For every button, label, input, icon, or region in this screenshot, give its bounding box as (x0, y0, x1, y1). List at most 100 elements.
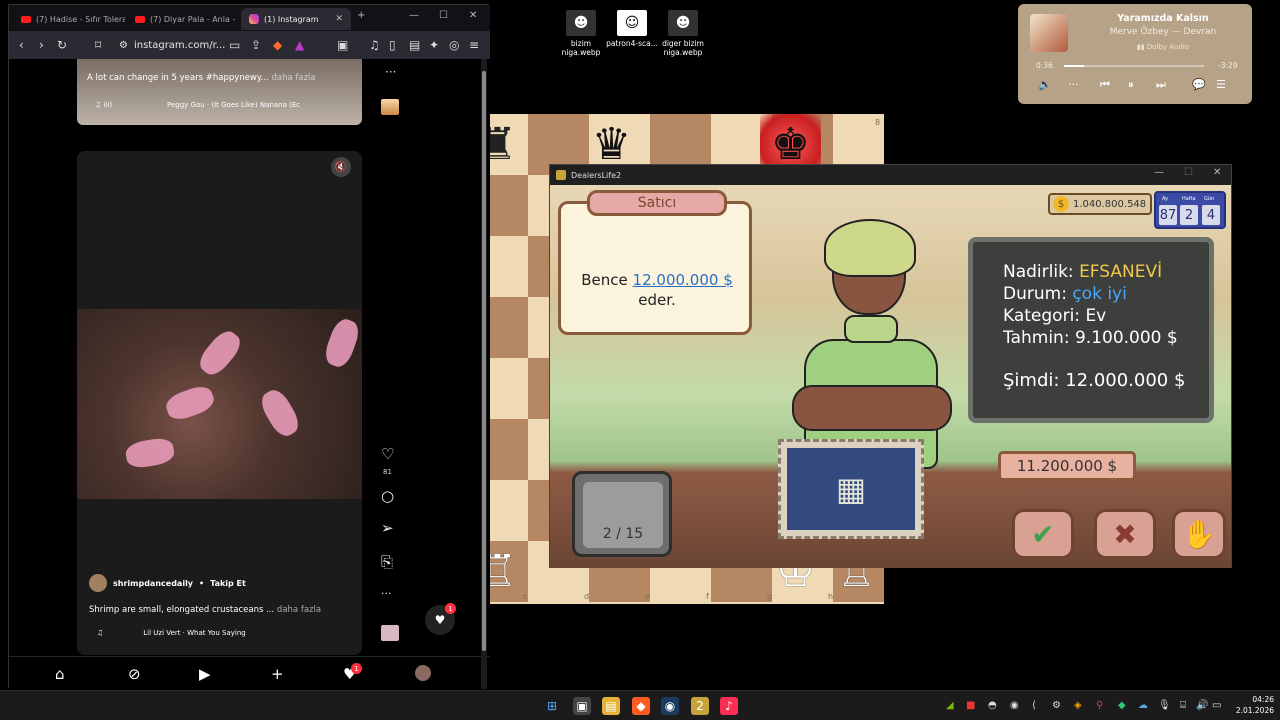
menu-icon[interactable]: ≡ (469, 38, 479, 52)
vpn-icon[interactable]: ◎ (449, 38, 459, 52)
leo-ai-icon[interactable]: ✦ (429, 38, 439, 52)
next-icon[interactable]: ⏭ (1156, 78, 1166, 92)
black-rook-icon[interactable]: ♜ (489, 114, 528, 175)
desktop-icon-patron4[interactable]: ☺ patron4-sca... (605, 10, 659, 48)
save-icon[interactable]: ⎘ (381, 553, 393, 571)
chess-square[interactable] (489, 236, 528, 297)
maximize-icon[interactable]: ☐ (439, 10, 448, 21)
chess-square[interactable] (489, 419, 528, 480)
reload-icon[interactable]: ↻ (57, 38, 67, 52)
close-window-icon[interactable]: ✕ (469, 10, 477, 21)
security-icon[interactable]: ⚲ (1096, 700, 1103, 711)
profile-avatar[interactable] (415, 665, 431, 681)
comment-icon[interactable]: ○ (381, 487, 394, 505)
more-link[interactable]: daha fazla (277, 605, 321, 615)
share-icon[interactable]: ➢ (381, 519, 394, 537)
mute-icon[interactable]: 🔇 (331, 157, 351, 177)
audio-thumbnail[interactable] (381, 625, 399, 641)
offer-display[interactable]: 11.200.000 $ (998, 451, 1136, 481)
chess-square[interactable] (489, 358, 528, 419)
close-tab-icon[interactable]: ✕ (335, 14, 343, 24)
volume-icon[interactable]: 🔈 (1038, 78, 1052, 91)
follow-button[interactable]: Takip Et (210, 579, 246, 588)
start-icon[interactable]: ⊞ (543, 697, 561, 715)
reels-icon[interactable]: ▶ (199, 665, 211, 683)
lyrics-icon[interactable]: 💬 (1192, 78, 1206, 91)
activity-button[interactable]: ♥ 1 (425, 603, 456, 635)
tab-instagram[interactable]: (1) Instagram ✕ (241, 8, 351, 30)
minimize-icon[interactable]: — (409, 10, 419, 21)
cloud-icon[interactable]: ☁ (1138, 700, 1148, 711)
instagram-page[interactable]: A lot can change in 5 years #happynewy..… (9, 59, 490, 689)
media-icon[interactable]: ♫ (369, 38, 380, 52)
maximize-icon[interactable]: ☐ (1184, 167, 1193, 178)
site-info-icon[interactable]: ⚙ (119, 40, 128, 51)
shield-tray-icon[interactable]: ◈ (1074, 700, 1082, 711)
back-icon[interactable]: ‹ (19, 38, 24, 52)
more-link[interactable]: daha fazla (271, 73, 315, 83)
white-rook-icon[interactable]: ♖ (489, 541, 528, 602)
desktop-icon-diger-bizim-niga[interactable]: ☻ diger bizim niga.webp (656, 10, 710, 57)
cast-icon[interactable]: ▭ (229, 38, 240, 52)
settings-tray-icon[interactable]: ⚙ (1052, 700, 1061, 711)
close-window-icon[interactable]: ✕ (1213, 167, 1221, 178)
chess-square[interactable] (489, 480, 528, 541)
activity-icon[interactable]: ♥ 1 (343, 663, 362, 683)
reel-audio[interactable]: ♫ Lil Uzi Vert · What You Saying (97, 629, 246, 637)
reel-video[interactable] (77, 309, 362, 499)
green-app-icon[interactable]: ◆ (1118, 700, 1126, 711)
network-icon[interactable]: ⌸ (1180, 700, 1186, 711)
rewards-icon[interactable]: ▲ (295, 38, 304, 52)
trade-scene[interactable]: Satıcı Bence 12.000.000 $ eder. $ 1.040.… (550, 185, 1231, 568)
volume-tray-icon[interactable]: 🔊 (1196, 700, 1208, 711)
post-song[interactable]: Peggy Gou · (It Goes Like) Nanana (Ec (167, 101, 300, 109)
tab-diyar-pala[interactable]: (7) Diyar Pala - Anla - (127, 8, 239, 30)
nvidia-icon[interactable]: ◢ (946, 700, 954, 711)
apple-music-icon[interactable]: ♪ (720, 697, 738, 715)
username[interactable]: shrimpdancedaily (113, 579, 193, 588)
avatar[interactable] (89, 574, 107, 592)
post-preview[interactable]: A lot can change in 5 years #happynewy..… (77, 59, 362, 125)
previous-icon[interactable]: ⏮ (1100, 78, 1110, 92)
reel-author[interactable]: shrimpdancedaily • Takip Et (89, 574, 246, 592)
battery-icon[interactable]: ▭ (1212, 700, 1221, 711)
queue-icon[interactable]: ☰ (1216, 78, 1226, 91)
pause-icon[interactable]: ⏸ (1128, 78, 1134, 92)
scrollbar[interactable] (481, 59, 487, 689)
desktop-icon-bizim-niga[interactable]: ☻ bizim niga.webp (554, 10, 608, 57)
seller-price[interactable]: 12.000.000 $ (633, 271, 733, 289)
minimize-icon[interactable]: — (1154, 167, 1164, 178)
scrollbar-thumb[interactable] (482, 71, 486, 651)
progress-bar[interactable] (1064, 65, 1204, 67)
home-icon[interactable]: ⌂ (55, 665, 65, 683)
more-options-icon[interactable]: ··· (385, 65, 396, 79)
extra-action-button[interactable]: ✋ (1172, 509, 1226, 559)
more-options-icon[interactable]: ··· (381, 587, 392, 600)
bookmark-icon[interactable]: ⌑ (95, 38, 101, 52)
chess-square[interactable] (489, 175, 528, 236)
reel-card[interactable]: 🔇 shrimpdancedaily • Takip Et Shrimp are… (77, 151, 362, 655)
steam-icon[interactable]: ◉ (661, 697, 679, 715)
reject-button[interactable]: ✖ (1094, 509, 1156, 559)
arrow-icon[interactable]: ⟨ (1032, 700, 1036, 711)
browser-window[interactable]: (7) Hadise - Sıfır Tolera (7) Diyar Pala… (8, 4, 490, 689)
chess-square[interactable] (489, 297, 528, 358)
dealerslife2-window[interactable]: DealersLife2 — ☐ ✕ Satıcı Bence 12.000.0… (549, 164, 1232, 568)
system-clock[interactable]: 04:26 2.01.2026 (1228, 694, 1274, 716)
explore-icon[interactable]: ⊘ (128, 665, 141, 683)
media-player-widget[interactable]: Yaramızda Kalsın Merve Özbey — Devran ▮▮… (1018, 4, 1252, 104)
microphone-icon[interactable]: 🎙 (1158, 700, 1171, 711)
forward-icon[interactable]: › (39, 38, 44, 52)
task-view-icon[interactable]: ▣ (573, 697, 591, 715)
recording-icon[interactable]: ■ (966, 700, 975, 711)
dealerslife-taskbar-icon[interactable]: 2 (691, 697, 709, 715)
wallet-icon[interactable]: ▤ (409, 38, 420, 52)
audio-thumbnail[interactable] (381, 99, 399, 115)
accept-button[interactable]: ✔ (1012, 509, 1074, 559)
share-icon[interactable]: ⇪ (251, 38, 261, 52)
brave-shield-icon[interactable]: ◆ (273, 38, 282, 52)
sidebar-icon[interactable]: ▯ (389, 38, 396, 52)
more-icon[interactable]: ··· (1068, 78, 1079, 91)
file-explorer-icon[interactable]: ▤ (602, 697, 620, 715)
tab-hadise[interactable]: (7) Hadise - Sıfır Tolera (13, 8, 125, 30)
